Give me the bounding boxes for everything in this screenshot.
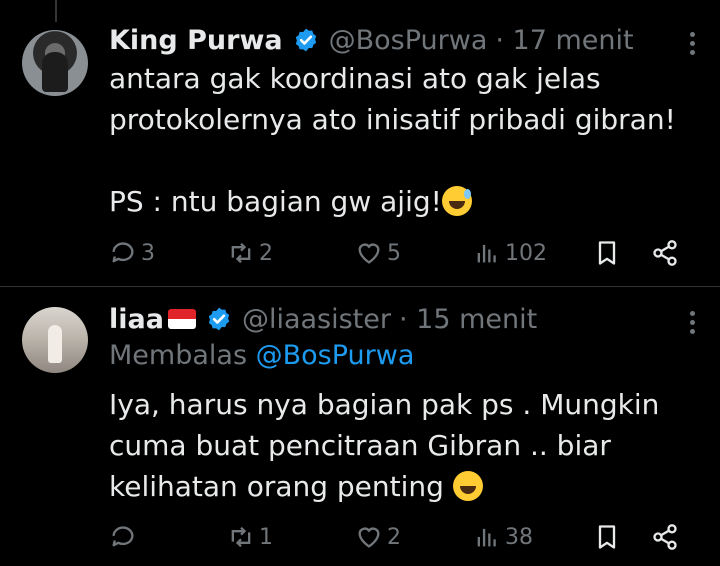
share-button[interactable] (651, 239, 679, 267)
text-line: PS : ntu bagian gw ajig! (109, 185, 442, 218)
repost-count: 1 (259, 524, 273, 550)
timestamp[interactable]: · 15 menit (399, 304, 537, 335)
reply-icon (112, 526, 134, 547)
repost-icon (231, 526, 251, 548)
view-count: 102 (505, 240, 547, 266)
bookmark-button[interactable] (593, 523, 621, 551)
grinning-emoji (452, 471, 483, 501)
tweet-header: liaa @liaasister · 15 menit (109, 301, 537, 337)
like-count: 2 (387, 524, 401, 550)
bookmark-icon (598, 525, 616, 549)
reply-button[interactable]: 3 (109, 239, 155, 267)
share-icon (653, 240, 677, 266)
repost-icon (231, 242, 251, 264)
sweat-smile-emoji (441, 186, 472, 216)
tweet-header: King Purwa @BosPurwa · 17 menit (109, 22, 634, 58)
thread-connector (55, 0, 57, 22)
display-name[interactable]: liaa (109, 304, 164, 335)
tweet-actions: 3 2 5 102 (109, 237, 685, 269)
views-chart-icon (477, 528, 496, 547)
text-line: antara gak koordinasi ato gak jelas (109, 62, 601, 95)
tweet-text: Iya, harus nya bagian pak ps . Mungkin c… (109, 384, 699, 507)
verified-badge-icon (208, 307, 230, 331)
avatar[interactable] (22, 30, 88, 96)
text-line: protokolernya ato inisatif pribadi gibra… (109, 103, 676, 136)
text-line: cuma buat pencitraan Gibran .. biar (109, 429, 611, 462)
avatar[interactable] (22, 307, 88, 373)
text-line: kelihatan orang penting (109, 470, 444, 503)
repost-count: 2 (259, 240, 273, 266)
bookmark-icon (598, 241, 616, 265)
display-name[interactable]: King Purwa (109, 25, 283, 56)
user-handle[interactable]: @liaasister (242, 304, 391, 335)
reply-count: 3 (141, 240, 155, 266)
views-button[interactable]: 102 (473, 239, 547, 267)
repost-button[interactable]: 1 (227, 523, 273, 551)
more-options-icon[interactable] (688, 32, 696, 55)
reply-button[interactable] (109, 523, 141, 551)
repost-button[interactable]: 2 (227, 239, 273, 267)
replying-to: Membalas @BosPurwa (109, 340, 414, 371)
share-icon (653, 524, 677, 550)
views-chart-icon (477, 244, 496, 263)
verified-badge-icon (295, 28, 316, 52)
reply-icon (112, 242, 134, 263)
share-button[interactable] (651, 523, 679, 551)
replying-to-label: Membalas (109, 340, 248, 371)
more-options-icon[interactable] (688, 311, 696, 334)
view-count: 38 (505, 524, 533, 550)
tweet-divider (0, 286, 720, 287)
tweet-text: antara gak koordinasi ato gak jelas prot… (109, 58, 699, 222)
text-line: Iya, harus nya bagian pak ps . Mungkin (109, 388, 660, 421)
heart-icon (358, 243, 380, 264)
replying-to-handle[interactable]: @BosPurwa (256, 340, 415, 371)
user-handle[interactable]: @BosPurwa (329, 25, 488, 56)
views-button[interactable]: 38 (473, 523, 533, 551)
like-button[interactable]: 5 (355, 239, 401, 267)
like-button[interactable]: 2 (355, 523, 401, 551)
bookmark-button[interactable] (593, 239, 621, 267)
like-count: 5 (387, 240, 401, 266)
heart-icon (358, 527, 380, 548)
tweet-actions: 1 2 38 (109, 521, 685, 553)
timestamp[interactable]: · 17 menit (495, 25, 633, 56)
indonesia-flag-icon (167, 309, 196, 329)
